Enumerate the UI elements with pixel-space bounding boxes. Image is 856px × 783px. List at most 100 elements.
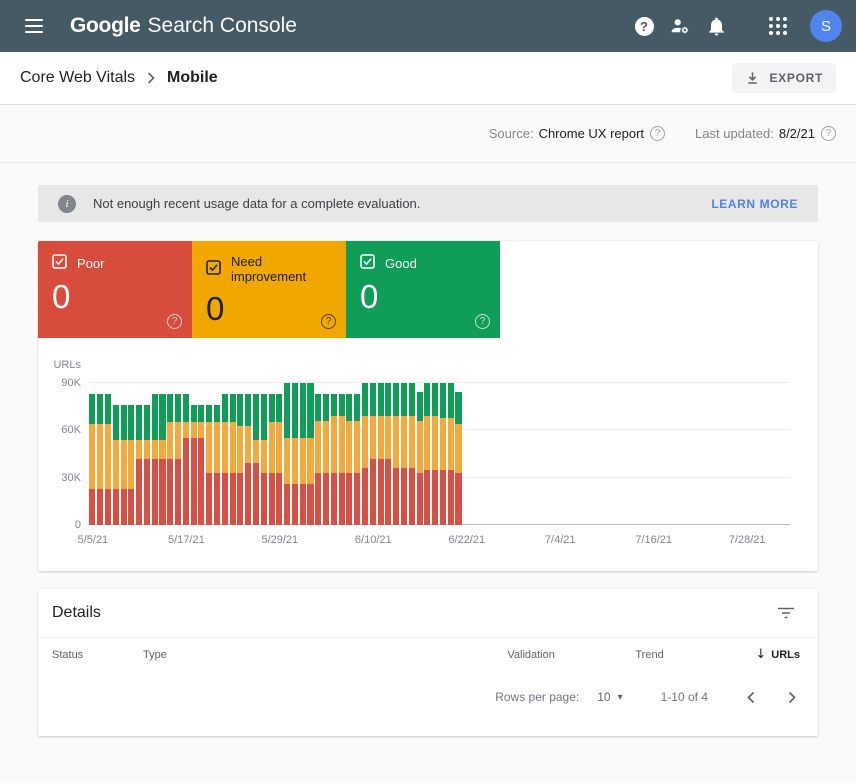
chart-bar[interactable] <box>417 392 423 525</box>
last-updated-value: 8/2/21 <box>779 126 815 141</box>
report-body: i Not enough recent usage data for a com… <box>0 163 856 736</box>
checkbox-checked-icon[interactable] <box>52 254 67 272</box>
chart-bar[interactable] <box>440 383 446 525</box>
source-help-icon[interactable]: ? <box>650 126 665 141</box>
details-card: Details Status Type Validation Trend ↓ U… <box>38 589 818 736</box>
chart-bar[interactable] <box>300 383 306 525</box>
chart-bar[interactable] <box>152 394 158 525</box>
chart-bar[interactable] <box>362 383 368 525</box>
chart-bar[interactable] <box>284 383 290 525</box>
chart-bar[interactable] <box>378 383 384 525</box>
details-table-header: Status Type Validation Trend ↓ URLs <box>38 637 818 671</box>
chart-bar[interactable] <box>339 394 345 525</box>
chart-bar[interactable] <box>128 405 134 525</box>
bar-segment-poor <box>105 489 111 525</box>
help-circle-icon[interactable]: ? <box>167 314 182 329</box>
next-page-icon[interactable] <box>780 685 804 709</box>
chart-bar[interactable] <box>97 394 103 525</box>
chart-bar[interactable] <box>136 405 142 525</box>
bar-segment-poor <box>315 473 321 525</box>
status-card-need-improvement[interactable]: Need improvement 0 ? <box>192 241 346 338</box>
rows-per-page-select[interactable]: 10 ▾ <box>597 690 622 704</box>
apps-grid-icon[interactable] <box>760 8 796 44</box>
chart-bar[interactable] <box>448 383 454 525</box>
chart-bar[interactable] <box>191 405 197 525</box>
chart-bar[interactable] <box>121 405 127 525</box>
chart-bar[interactable] <box>385 383 391 525</box>
chart-bar[interactable] <box>354 394 360 525</box>
chart-bar[interactable] <box>214 405 220 525</box>
logo-google-text: Google <box>70 14 141 38</box>
chart-bar[interactable] <box>331 394 337 525</box>
chart-bar[interactable] <box>222 394 228 525</box>
chart-bar[interactable] <box>370 383 376 525</box>
chart-bar[interactable] <box>230 394 236 525</box>
export-button-label: EXPORT <box>769 71 823 85</box>
manage-users-icon[interactable] <box>662 8 698 44</box>
chart-bar[interactable] <box>198 405 204 525</box>
chart-bar[interactable] <box>89 394 95 525</box>
checkbox-checked-icon[interactable] <box>206 260 221 278</box>
bar-segment-need-improvement <box>385 416 391 459</box>
column-header-type[interactable]: Type <box>143 649 507 661</box>
chart-bar[interactable] <box>432 383 438 525</box>
help-circle-icon[interactable]: ? <box>475 314 490 329</box>
bar-segment-need-improvement <box>401 416 407 468</box>
bar-segment-poor <box>253 463 259 525</box>
bar-segment-poor <box>128 489 134 525</box>
filter-list-icon[interactable] <box>772 599 800 627</box>
chart-bar[interactable] <box>113 405 119 525</box>
y-tick-label: 30K <box>61 472 81 484</box>
column-header-trend[interactable]: Trend <box>635 649 755 661</box>
export-button[interactable]: EXPORT <box>732 63 836 93</box>
status-card-poor[interactable]: Poor 0 ? <box>38 241 192 338</box>
status-card-good[interactable]: Good 0 ? <box>346 241 500 338</box>
chart-bar[interactable] <box>144 405 150 525</box>
column-header-status[interactable]: Status <box>52 649 143 661</box>
chart-bar[interactable] <box>401 383 407 525</box>
chart-bar[interactable] <box>253 394 259 525</box>
chart-bar[interactable] <box>167 394 173 525</box>
chart-bar[interactable] <box>183 394 189 525</box>
help-circle-icon[interactable]: ? <box>321 314 336 329</box>
app-logo[interactable]: Google Search Console <box>70 14 297 38</box>
chart-bar[interactable] <box>393 383 399 525</box>
last-updated-label: Last updated: <box>695 126 774 141</box>
chart-bar[interactable] <box>245 394 251 525</box>
chart-bar[interactable] <box>307 383 313 525</box>
notifications-bell-icon[interactable] <box>698 8 734 44</box>
learn-more-link[interactable]: LEARN MORE <box>711 197 798 211</box>
chart-bar[interactable] <box>315 394 321 525</box>
column-header-urls[interactable]: ↓ URLs <box>755 647 800 662</box>
breadcrumb-parent-link[interactable]: Core Web Vitals <box>20 69 135 87</box>
chart-bar[interactable] <box>105 394 111 525</box>
avatar[interactable]: S <box>810 10 842 42</box>
chart-bar[interactable] <box>292 383 298 525</box>
chart-bar[interactable] <box>346 394 352 525</box>
bar-segment-good <box>401 383 407 416</box>
chart-bar[interactable] <box>175 394 181 525</box>
chart-bar[interactable] <box>206 405 212 525</box>
help-icon[interactable]: ? <box>626 8 662 44</box>
bar-segment-poor <box>198 438 204 525</box>
bar-segment-poor <box>89 489 95 525</box>
column-header-validation[interactable]: Validation <box>507 649 635 661</box>
chart-bar[interactable] <box>269 394 275 525</box>
chart-bar[interactable] <box>424 383 430 525</box>
bar-segment-need-improvement <box>284 438 290 484</box>
checkbox-checked-icon[interactable] <box>360 254 375 272</box>
chart-bar[interactable] <box>409 383 415 525</box>
chart-bar[interactable] <box>159 394 165 525</box>
bar-segment-need-improvement <box>269 422 275 472</box>
breadcrumb: Core Web Vitals Mobile EXPORT <box>0 52 856 105</box>
bar-segment-good <box>455 392 461 424</box>
chart-bar[interactable] <box>276 394 282 525</box>
bar-segment-poor <box>455 473 461 525</box>
hamburger-menu-icon[interactable] <box>14 6 54 46</box>
chart-bar[interactable] <box>237 394 243 525</box>
previous-page-icon[interactable] <box>738 685 762 709</box>
chart-bar[interactable] <box>323 394 329 525</box>
last-updated-help-icon[interactable]: ? <box>821 126 836 141</box>
chart-bar[interactable] <box>455 392 461 525</box>
chart-bar[interactable] <box>261 394 267 525</box>
